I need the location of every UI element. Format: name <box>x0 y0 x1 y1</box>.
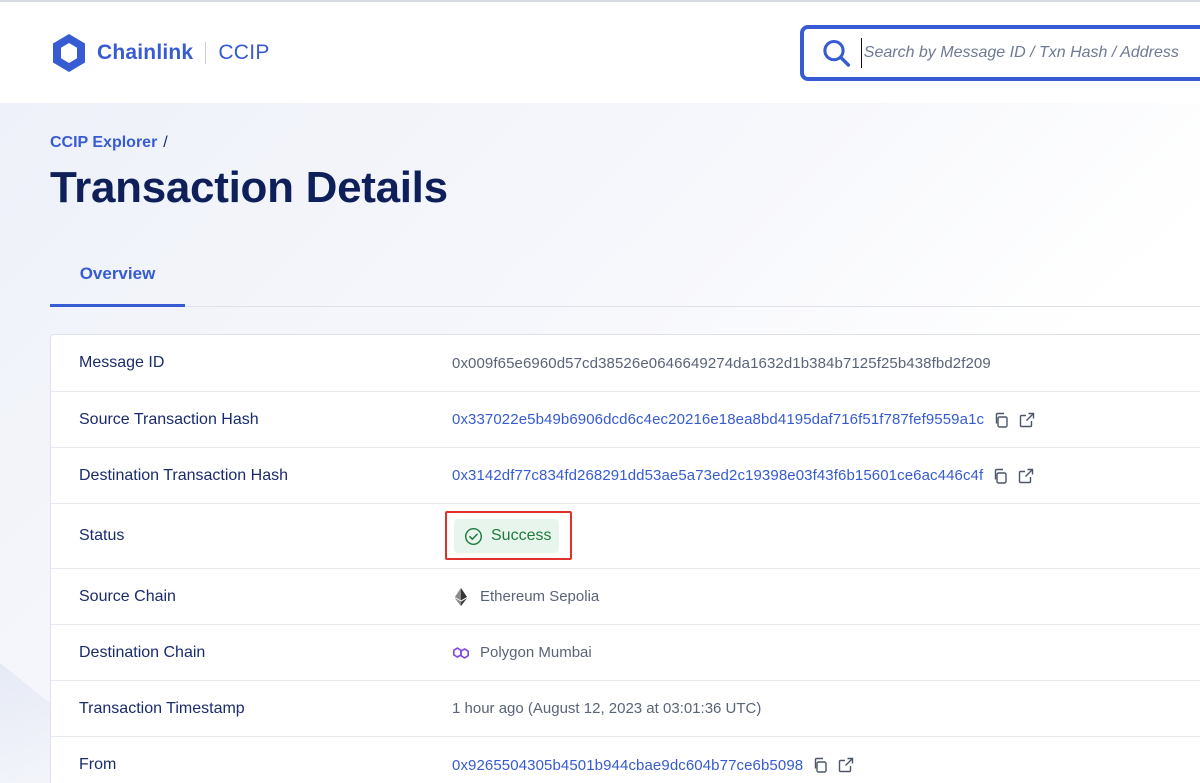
status-label: Status <box>79 527 125 544</box>
breadcrumb-ccip-explorer[interactable]: CCIP Explorer <box>50 134 157 152</box>
message-id-value: 0x009f65e6960d57cd38526e0646649274da1632… <box>452 354 991 372</box>
breadcrumb: CCIP Explorer / <box>50 134 168 152</box>
brand-name: Chainlink <box>97 41 194 64</box>
destination-chain-name: Polygon Mumbai <box>480 644 592 661</box>
chainlink-hexagon-icon <box>53 34 85 72</box>
source-tx-link[interactable]: 0x337022e5b49b6906dcd6c4ec20216e18ea8bd4… <box>452 411 984 428</box>
search-icon <box>823 39 851 67</box>
message-id-label: Message ID <box>79 354 165 371</box>
details-card: Message ID 0x009f65e6960d57cd38526e06466… <box>50 334 1200 783</box>
chainlink-logo[interactable]: Chainlink CCIP <box>50 32 270 74</box>
source-chain-value-group: Ethereum Sepolia <box>452 587 600 606</box>
breadcrumb-separator: / <box>163 134 168 151</box>
copy-icon[interactable] <box>992 411 1010 429</box>
from-label: From <box>79 756 117 773</box>
destination-chain-value-group: Polygon Mumbai <box>452 644 592 662</box>
source-chain-name: Ethereum Sepolia <box>480 588 600 605</box>
from-value-group: 0x9265504305b4501b944cbae9dc604b77ce6b50… <box>452 756 855 774</box>
from-address-link[interactable]: 0x9265504305b4501b944cbae9dc604b77ce6b50… <box>452 757 803 774</box>
highlight-box <box>445 511 572 560</box>
source-tx-label: Source Transaction Hash <box>79 410 259 428</box>
external-link-icon[interactable] <box>837 756 855 774</box>
row-message-id: Message ID 0x009f65e6960d57cd38526e06466… <box>51 335 1200 392</box>
row-destination-chain: Destination Chain Polygon Mumbai <box>51 625 1200 681</box>
external-link-icon[interactable] <box>1018 411 1036 429</box>
tab-overview[interactable]: Overview <box>50 250 185 307</box>
copy-icon[interactable] <box>991 467 1009 485</box>
source-chain-label: Source Chain <box>79 587 176 605</box>
row-source-chain: Source Chain Ethereum Sepolia <box>51 569 1200 625</box>
tab-bar: Overview <box>50 250 1200 307</box>
row-source-tx: Source Transaction Hash 0x337022e5b49b69… <box>51 392 1200 448</box>
destination-tx-value-group: 0x3142df77c834fd268291dd53ae5a73ed2c1939… <box>452 467 1035 485</box>
brand-divider <box>205 42 207 64</box>
page-title: Transaction Details <box>50 163 448 212</box>
destination-chain-label: Destination Chain <box>79 643 206 661</box>
copy-icon[interactable] <box>811 756 829 774</box>
polygon-icon <box>452 644 470 662</box>
destination-tx-link[interactable]: 0x3142df77c834fd268291dd53ae5a73ed2c1939… <box>452 467 983 484</box>
row-destination-tx: Destination Transaction Hash 0x3142df77c… <box>51 448 1200 504</box>
search-input[interactable] <box>860 38 1200 68</box>
search-bar[interactable] <box>800 25 1200 81</box>
ethereum-icon <box>452 587 470 606</box>
timestamp-value: 1 hour ago (August 12, 2023 at 03:01:36 … <box>452 700 762 717</box>
timestamp-label: Transaction Timestamp <box>79 699 245 717</box>
row-timestamp: Transaction Timestamp 1 hour ago (August… <box>51 681 1200 737</box>
row-from: From 0x9265504305b4501b944cbae9dc604b77c… <box>51 737 1200 783</box>
source-tx-value-group: 0x337022e5b49b6906dcd6c4ec20216e18ea8bd4… <box>452 411 1036 429</box>
product-name: CCIP <box>218 41 270 64</box>
row-status: Status <box>51 504 1200 569</box>
site-header: Chainlink CCIP <box>0 2 1200 103</box>
destination-tx-label: Destination Transaction Hash <box>79 466 288 484</box>
external-link-icon[interactable] <box>1017 467 1035 485</box>
